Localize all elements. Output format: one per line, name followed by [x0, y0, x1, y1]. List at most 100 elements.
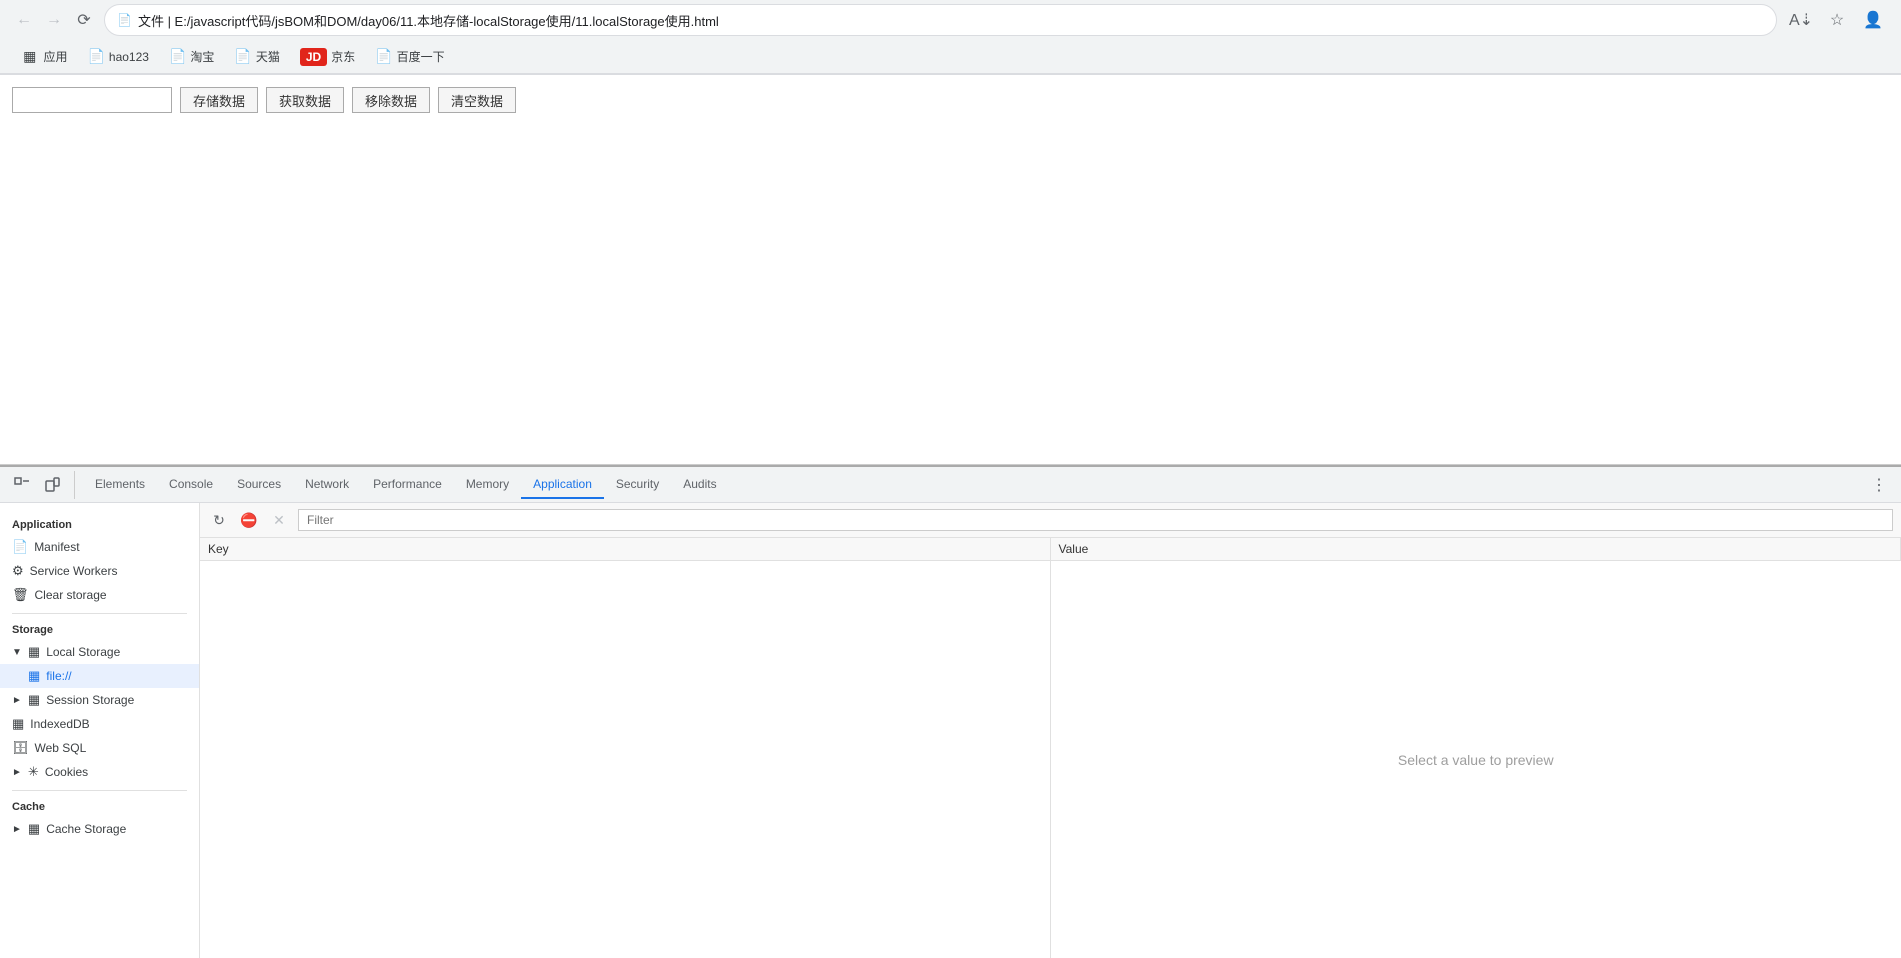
sidebar-divider-1: [12, 613, 187, 614]
devtools-main-panel: ↻ ⛔ ✕ Key Value Select a value to previe…: [200, 503, 1901, 958]
sidebar-item-indexeddb[interactable]: ▦ IndexedDB: [0, 712, 199, 736]
devtools-sidebar: Application 📄 Manifest ⚙ Service Workers…: [0, 503, 200, 958]
get-data-button[interactable]: 获取数据: [266, 87, 344, 113]
translate-icon[interactable]: A⇣: [1785, 4, 1817, 36]
apps-label: 应用: [43, 48, 67, 65]
bookmarks-bar: ▦ 应用 📄 hao123 📄 淘宝 📄 天猫 JD 京东 📄 百度一下: [0, 40, 1901, 74]
tab-network[interactable]: Network: [293, 471, 361, 499]
bookmark-icon[interactable]: ☆: [1821, 4, 1853, 36]
address-security-icon: 📄: [117, 13, 132, 27]
devtools-storage-toolbar: ↻ ⛔ ✕: [200, 503, 1901, 538]
sidebar-item-local-storage[interactable]: ▼ ▦ Local Storage: [0, 640, 199, 664]
bookmark-jd-label: 京东: [331, 48, 355, 65]
sidebar-item-file-local[interactable]: ▦ file://: [0, 664, 199, 688]
bookmark-hao123-icon: 📄: [87, 48, 104, 65]
bookmark-baidu[interactable]: 📄 百度一下: [367, 44, 452, 69]
remove-data-button[interactable]: 移除数据: [352, 87, 430, 113]
nav-buttons: ← → ⟳: [12, 8, 96, 32]
inspect-element-icon[interactable]: [8, 471, 36, 499]
devtools-tabbar: Elements Console Sources Network Perform…: [0, 467, 1901, 503]
back-button[interactable]: ←: [12, 8, 36, 32]
sidebar-item-indexeddb-label: IndexedDB: [30, 717, 89, 731]
bookmark-taobao[interactable]: 📄 淘宝: [161, 44, 222, 69]
sidebar-section-storage: Storage: [0, 620, 199, 640]
tab-memory[interactable]: Memory: [454, 471, 521, 499]
key-column-header: Key: [200, 538, 1051, 560]
page-content: 存储数据 获取数据 移除数据 清空数据: [0, 75, 1901, 465]
tab-performance[interactable]: Performance: [361, 471, 454, 499]
bookmark-baidu-label: 百度一下: [397, 48, 445, 65]
profile-icon[interactable]: 👤: [1857, 4, 1889, 36]
bookmark-taobao-label: 淘宝: [190, 48, 214, 65]
store-data-button[interactable]: 存储数据: [180, 87, 258, 113]
clear-storage-icon: 🗑: [12, 587, 29, 603]
local-storage-icon: ▦: [28, 644, 40, 660]
tab-elements[interactable]: Elements: [83, 471, 157, 499]
sidebar-section-cache: Cache: [0, 797, 199, 817]
sidebar-item-clear-storage[interactable]: 🗑 Clear storage: [0, 583, 199, 607]
clear-all-button[interactable]: ✕: [268, 509, 290, 531]
sidebar-item-cookies-label: Cookies: [45, 765, 88, 779]
value-column-header: Value: [1051, 538, 1901, 560]
storage-filter-input[interactable]: [298, 509, 1893, 531]
sidebar-item-local-storage-label: Local Storage: [46, 645, 120, 659]
storage-value-panel: Select a value to preview: [1051, 561, 1901, 958]
sidebar-item-session-storage[interactable]: ► ▦ Session Storage: [0, 688, 199, 712]
sidebar-item-clear-storage-label: Clear storage: [35, 588, 107, 602]
sidebar-item-websql-label: Web SQL: [35, 741, 87, 755]
sidebar-item-service-workers[interactable]: ⚙ Service Workers: [0, 559, 199, 583]
browser-chrome: ← → ⟳ 📄 文件 | E:/javascript代码/jsBOM和DOM/d…: [0, 0, 1901, 75]
apps-button[interactable]: ▦ 应用: [12, 44, 75, 69]
session-storage-icon: ▦: [28, 692, 40, 708]
tab-security[interactable]: Security: [604, 471, 671, 499]
page-controls: 存储数据 获取数据 移除数据 清空数据: [12, 87, 1889, 113]
sidebar-item-service-workers-label: Service Workers: [30, 564, 118, 578]
devtools-more-menu[interactable]: ⋮: [1865, 471, 1893, 499]
session-storage-expand-icon: ►: [12, 695, 22, 706]
apps-grid-icon: ▦: [20, 48, 39, 65]
cache-storage-expand-icon: ►: [12, 824, 22, 835]
data-input[interactable]: [12, 87, 172, 113]
device-toggle-icon[interactable]: [38, 471, 66, 499]
bookmark-tianmao-label: 天猫: [256, 48, 280, 65]
reload-button[interactable]: ⟳: [72, 8, 96, 32]
sidebar-item-websql[interactable]: 🗄 Web SQL: [0, 736, 199, 760]
title-bar: ← → ⟳ 📄 文件 | E:/javascript代码/jsBOM和DOM/d…: [0, 0, 1901, 40]
bookmark-hao123-label: hao123: [109, 50, 149, 64]
tab-audits[interactable]: Audits: [671, 471, 728, 499]
clear-data-button[interactable]: 清空数据: [438, 87, 516, 113]
service-workers-icon: ⚙: [12, 563, 24, 579]
local-storage-expand-icon: ▼: [12, 647, 22, 658]
sidebar-item-session-storage-label: Session Storage: [46, 693, 134, 707]
tab-sources[interactable]: Sources: [225, 471, 293, 499]
sidebar-item-cache-storage[interactable]: ► ▦ Cache Storage: [0, 817, 199, 841]
bookmark-baidu-icon: 📄: [375, 48, 392, 65]
address-bar[interactable]: 📄 文件 | E:/javascript代码/jsBOM和DOM/day06/1…: [104, 4, 1777, 36]
cookies-expand-icon: ►: [12, 767, 22, 778]
bookmark-tianmao-icon: 📄: [234, 48, 251, 65]
tab-console[interactable]: Console: [157, 471, 225, 499]
manifest-icon: 📄: [12, 539, 28, 555]
preview-text: Select a value to preview: [1398, 752, 1554, 768]
delete-selected-button[interactable]: ⛔: [238, 509, 260, 531]
bookmark-taobao-icon: 📄: [169, 48, 186, 65]
sidebar-item-manifest[interactable]: 📄 Manifest: [0, 535, 199, 559]
tab-application[interactable]: Application: [521, 471, 604, 499]
bookmark-hao123[interactable]: 📄 hao123: [79, 44, 156, 69]
devtools-panel: Elements Console Sources Network Perform…: [0, 465, 1901, 958]
address-bar-text: 文件 | E:/javascript代码/jsBOM和DOM/day06/11.…: [138, 11, 1764, 30]
indexeddb-icon: ▦: [12, 716, 24, 732]
bookmark-tianmao[interactable]: 📄 天猫: [226, 44, 287, 69]
devtools-tool-icons: [8, 471, 75, 499]
sidebar-item-cookies[interactable]: ► ✳ Cookies: [0, 760, 199, 784]
bookmark-jd-icon: JD: [300, 48, 327, 66]
forward-button[interactable]: →: [42, 8, 66, 32]
sidebar-section-application: Application: [0, 515, 199, 535]
refresh-storage-button[interactable]: ↻: [208, 509, 230, 531]
sidebar-divider-2: [12, 790, 187, 791]
bookmark-jd[interactable]: JD 京东: [292, 44, 363, 70]
file-local-icon: ▦: [28, 668, 40, 684]
storage-key-panel: [200, 561, 1051, 958]
storage-table-header: Key Value: [200, 538, 1901, 561]
cache-storage-icon: ▦: [28, 821, 40, 837]
